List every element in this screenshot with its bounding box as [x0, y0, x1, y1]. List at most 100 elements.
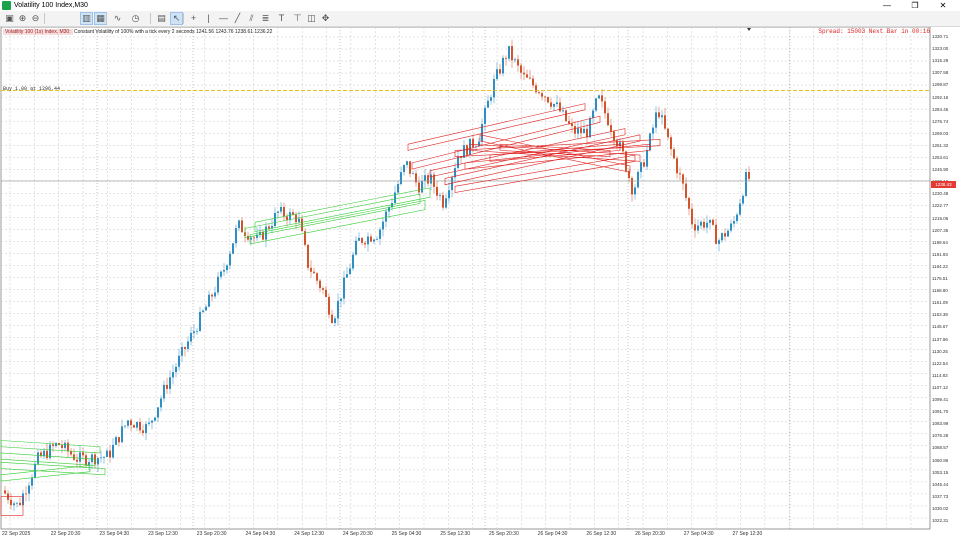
maximize-button[interactable]: ❐: [901, 0, 929, 11]
periods-icon[interactable]: ◷: [130, 13, 141, 24]
candle-body: [481, 124, 483, 142]
tile-icon[interactable]: ▥: [80, 12, 93, 25]
candle-body: [19, 502, 21, 506]
chart-frame: [0, 27, 931, 530]
vertical-line-icon[interactable]: |: [203, 13, 214, 24]
zoom-in-icon[interactable]: ⊕: [17, 13, 28, 24]
candle-body: [193, 331, 195, 333]
candle-body: [577, 128, 579, 134]
candle-body: [376, 238, 378, 240]
candle-body: [46, 450, 48, 459]
candle-body: [115, 437, 117, 445]
price-axis-label: 1245.90: [932, 167, 949, 173]
candle-body: [604, 101, 606, 114]
candle-body: [151, 420, 153, 423]
current-price-tag: 1238.43: [931, 181, 956, 188]
candle-body: [229, 253, 231, 266]
candle-body: [652, 127, 654, 134]
candle-body: [595, 98, 597, 111]
candle-body: [262, 231, 264, 240]
time-axis-label: 27 Sep 04:30: [683, 531, 714, 537]
fibonacci-icon[interactable]: ≣: [260, 13, 271, 24]
candle-body: [268, 226, 270, 229]
candle-body: [178, 355, 180, 367]
candle-body: [223, 270, 225, 272]
candle-body: [238, 220, 240, 229]
candle-body: [43, 450, 45, 457]
spread-info: Spread: 15003 Next Bar in 00:16: [818, 28, 930, 35]
candle-body: [373, 239, 375, 242]
candle-body: [211, 294, 213, 297]
candle-body: [331, 314, 333, 324]
candle-body: [712, 219, 714, 225]
arrows-icon[interactable]: ✥: [320, 13, 331, 24]
candle-body: [13, 503, 15, 506]
time-axis-label: 25 Sep 20:30: [489, 531, 519, 537]
channel-icon[interactable]: ⫽: [246, 13, 257, 24]
candle-body: [91, 454, 93, 463]
candle-body: [427, 175, 429, 184]
price-axis-label: 1122.54: [932, 360, 948, 366]
close-button[interactable]: ✕: [929, 0, 957, 11]
time-axis-label: 27 Sep 12:30: [732, 531, 763, 537]
price-axis-label: 1330.71: [932, 34, 949, 39]
candle-body: [364, 242, 366, 245]
new-chart-icon[interactable]: ▣: [4, 13, 15, 24]
time-axis-label: 23 Sep 04:30: [99, 531, 130, 537]
candle-body: [148, 422, 150, 424]
template-icon[interactable]: ▤: [156, 13, 167, 24]
candle-body: [265, 226, 267, 240]
candle-body: [313, 271, 315, 274]
price-axis-label: 1253.61: [932, 155, 949, 160]
crosshair-icon[interactable]: +: [188, 13, 199, 24]
candle-body: [154, 417, 156, 421]
horizontal-line-icon[interactable]: —: [218, 13, 229, 24]
candle-body: [319, 280, 321, 289]
candle-body: [163, 384, 165, 399]
chart-ohlc: 1241.56 1243.76 1238.61 1236.22: [196, 29, 273, 35]
price-axis-label: 1299.87: [932, 82, 949, 88]
candle-body: [325, 289, 327, 297]
candle-body: [646, 150, 648, 167]
candle-body: [718, 240, 720, 244]
candle-body: [199, 311, 201, 331]
trendline-icon[interactable]: ╱: [232, 13, 243, 24]
chart-description: Constant Volatility of 100% with a tick …: [73, 29, 195, 35]
price-axis-label: 1191.93: [932, 251, 948, 257]
candle-body: [478, 141, 480, 147]
candle-body: [169, 377, 171, 389]
candle-body: [487, 100, 489, 108]
candle-body: [247, 235, 249, 240]
candle-body: [421, 180, 423, 193]
candle-body: [103, 456, 105, 458]
candle-body: [526, 74, 528, 78]
candle-body: [637, 171, 639, 188]
candle-body: [64, 442, 66, 448]
cursor-icon[interactable]: ↖: [170, 12, 183, 25]
candle-body: [520, 65, 522, 73]
candle-body: [85, 455, 87, 466]
shapes-icon[interactable]: ◫: [306, 13, 317, 24]
price-axis-label: 1114.83: [932, 372, 948, 378]
zoom-out-icon[interactable]: ⊖: [30, 13, 41, 24]
candle-body: [361, 237, 363, 243]
price-chart[interactable]: [0, 27, 960, 540]
time-axis-label: 24 Sep 04:30: [245, 531, 276, 537]
candle-body: [514, 59, 516, 61]
candle-body: [499, 69, 501, 74]
candle-body: [145, 423, 147, 433]
toolbar-separator: [183, 13, 184, 24]
price-axis-label: 1022.31: [932, 518, 949, 523]
candle-body: [352, 254, 354, 269]
time-axis-label: 22 Sep 2025: [2, 531, 31, 537]
candle-body: [688, 197, 690, 209]
candle-body: [337, 300, 339, 319]
indicators-icon[interactable]: ∿: [112, 13, 123, 24]
candle-body: [607, 113, 609, 126]
price-axis-label: 1215.06: [932, 215, 949, 221]
minimize-button[interactable]: —: [873, 0, 901, 11]
candle-body: [658, 112, 660, 118]
text-icon[interactable]: T: [276, 13, 287, 24]
label-icon[interactable]: ⊤: [292, 13, 303, 24]
candle-body: [139, 421, 141, 431]
